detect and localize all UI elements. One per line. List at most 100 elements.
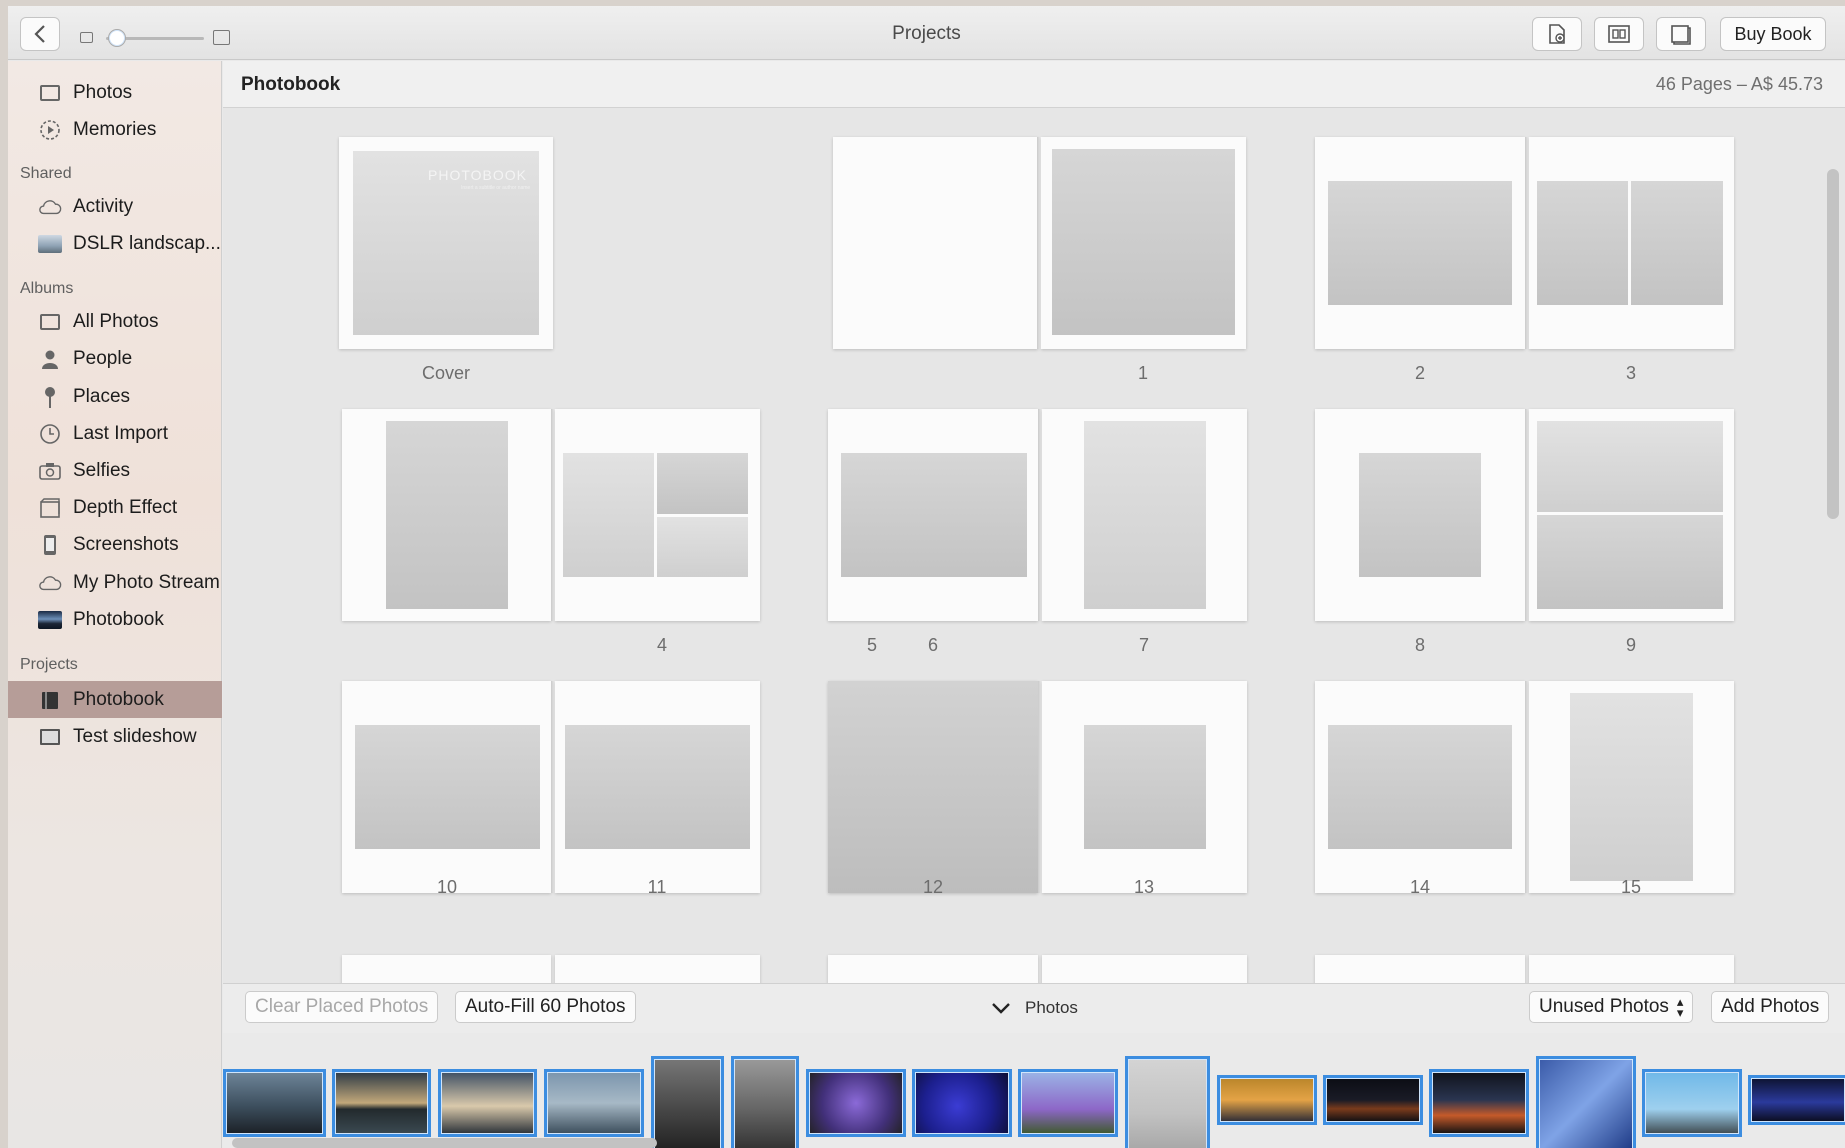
cover-page[interactable]: PHOTOBOOK Insert a subtitle or author na…: [339, 137, 553, 349]
page-3[interactable]: [1529, 137, 1734, 349]
horizontal-scrollbar[interactable]: [232, 1138, 657, 1148]
page-partial[interactable]: [555, 955, 760, 983]
pages-grid: PHOTOBOOK Insert a subtitle or author na…: [223, 109, 1845, 983]
cover-subtitle[interactable]: Insert a subtitle or author name: [461, 185, 530, 191]
page-partial[interactable]: [342, 955, 551, 983]
buy-book-button[interactable]: Buy Book: [1720, 17, 1826, 51]
photos-tray-toggle[interactable]: Photos: [991, 998, 1078, 1018]
sidebar-item-photobook-project[interactable]: Photobook: [8, 681, 222, 718]
page-4[interactable]: [342, 409, 551, 621]
photo-placeholder[interactable]: [563, 453, 654, 577]
page-10[interactable]: [342, 681, 551, 893]
sidebar-item-photobook-album[interactable]: Photobook: [8, 602, 222, 638]
photo-placeholder[interactable]: [1570, 693, 1693, 881]
photo-placeholder[interactable]: [1631, 181, 1723, 305]
photo-placeholder[interactable]: [657, 453, 748, 514]
sidebar-item-last-import[interactable]: Last Import: [8, 416, 222, 452]
sidebar-item-selfies[interactable]: Selfies: [8, 453, 222, 489]
options-button[interactable]: [1656, 17, 1706, 51]
page-label: 8: [1414, 635, 1425, 655]
photo-placeholder[interactable]: [565, 725, 750, 849]
photo-thumbnail[interactable]: [1217, 1075, 1317, 1125]
sidebar-item-dslr-landscapes[interactable]: DSLR landscap...: [8, 226, 222, 262]
page-partial[interactable]: [1315, 955, 1525, 983]
book-icon: [38, 690, 62, 710]
photo-thumbnail[interactable]: [332, 1069, 431, 1137]
albums-heading: Albums: [20, 280, 74, 297]
page-label: 1: [1137, 363, 1148, 383]
photo-placeholder[interactable]: [1084, 725, 1206, 849]
photo-placeholder[interactable]: [841, 453, 1027, 577]
page-13[interactable]: [1042, 681, 1247, 893]
page-15[interactable]: [1529, 681, 1734, 893]
photo-thumbnail[interactable]: [544, 1069, 644, 1137]
page-partial[interactable]: [1042, 955, 1247, 983]
page-label: 2: [1414, 363, 1425, 383]
sidebar-item-test-slideshow[interactable]: Test slideshow: [8, 719, 222, 755]
cover-title[interactable]: PHOTOBOOK: [428, 167, 527, 183]
add-photos-button[interactable]: Add Photos: [1711, 991, 1830, 1023]
page-partial[interactable]: [828, 955, 1038, 983]
photo-placeholder[interactable]: [1537, 181, 1628, 305]
photo-thumbnail[interactable]: [731, 1056, 799, 1148]
cloud-icon: [38, 573, 62, 593]
photo-thumbnail[interactable]: [438, 1069, 537, 1137]
photo-placeholder[interactable]: [386, 421, 508, 609]
photo-placeholder[interactable]: [355, 725, 540, 849]
chevron-down-icon: [992, 1003, 1010, 1014]
page-label: 5: [866, 635, 877, 655]
photo-placeholder[interactable]: [1359, 453, 1481, 577]
page-12[interactable]: [828, 681, 1038, 893]
sidebar-item-all-photos[interactable]: All Photos: [8, 304, 222, 340]
photo-placeholder[interactable]: [1328, 181, 1512, 305]
photo-thumbnail[interactable]: [651, 1056, 724, 1148]
add-page-button[interactable]: [1532, 17, 1582, 51]
photo-thumbnail[interactable]: [912, 1069, 1012, 1137]
page-label: 12: [922, 877, 944, 897]
photo-placeholder[interactable]: [1052, 149, 1235, 335]
photo-thumbnail[interactable]: [1323, 1075, 1423, 1125]
photo-thumbnail[interactable]: [1642, 1069, 1742, 1137]
photo-placeholder[interactable]: [1537, 421, 1723, 512]
vertical-scrollbar[interactable]: [1827, 169, 1839, 519]
sidebar: Photos Memories Shared Activity DSLR lan…: [8, 61, 222, 1148]
photo-placeholder[interactable]: [1328, 725, 1512, 849]
photo-thumbnail[interactable]: [1536, 1056, 1636, 1148]
sidebar-item-memories[interactable]: Memories: [8, 112, 222, 148]
page-11[interactable]: [555, 681, 760, 893]
sidebar-item-depth-effect[interactable]: Depth Effect: [8, 490, 222, 526]
sidebar-item-screenshots[interactable]: Screenshots: [8, 527, 222, 563]
photo-thumbnail[interactable]: [1429, 1069, 1529, 1137]
photo-placeholder[interactable]: [1084, 421, 1206, 609]
sidebar-item-my-photo-stream[interactable]: My Photo Stream: [8, 565, 222, 601]
sidebar-item-people[interactable]: People: [8, 341, 222, 377]
sidebar-item-places[interactable]: Places: [8, 379, 222, 415]
photo-placeholder[interactable]: [657, 517, 748, 577]
photo-thumbnail[interactable]: [1018, 1069, 1118, 1137]
unused-photos-filter[interactable]: Unused Photos ▴ ▾: [1529, 991, 1694, 1023]
person-icon: [38, 349, 62, 369]
photo-placeholder[interactable]: [1537, 515, 1723, 609]
page-8[interactable]: [1315, 409, 1525, 621]
clear-placed-photos-button[interactable]: Clear Placed Photos: [245, 991, 439, 1023]
page-7[interactable]: [1042, 409, 1247, 621]
photo-thumbnail[interactable]: [223, 1069, 326, 1137]
photo-thumbnail[interactable]: [1748, 1075, 1845, 1125]
page-blank-left[interactable]: [833, 137, 1038, 349]
page-6[interactable]: [828, 409, 1038, 621]
photos-icon: [38, 312, 62, 332]
page-2[interactable]: [1315, 137, 1525, 349]
page-14[interactable]: [1315, 681, 1525, 893]
stepper-arrows-icon: ▴ ▾: [1676, 994, 1684, 1020]
photo-thumbnail[interactable]: [806, 1069, 906, 1137]
sidebar-item-photos[interactable]: Photos: [8, 75, 222, 111]
auto-fill-button[interactable]: Auto-Fill 60 Photos: [455, 991, 636, 1023]
layout-button[interactable]: [1594, 17, 1644, 51]
photo-thumbnail[interactable]: [1125, 1056, 1210, 1148]
page-1[interactable]: [1041, 137, 1246, 349]
projects-heading: Projects: [20, 656, 78, 673]
page-5[interactable]: [555, 409, 760, 621]
sidebar-item-activity[interactable]: Activity: [8, 189, 222, 225]
page-9[interactable]: [1529, 409, 1734, 621]
page-partial[interactable]: [1529, 955, 1734, 983]
